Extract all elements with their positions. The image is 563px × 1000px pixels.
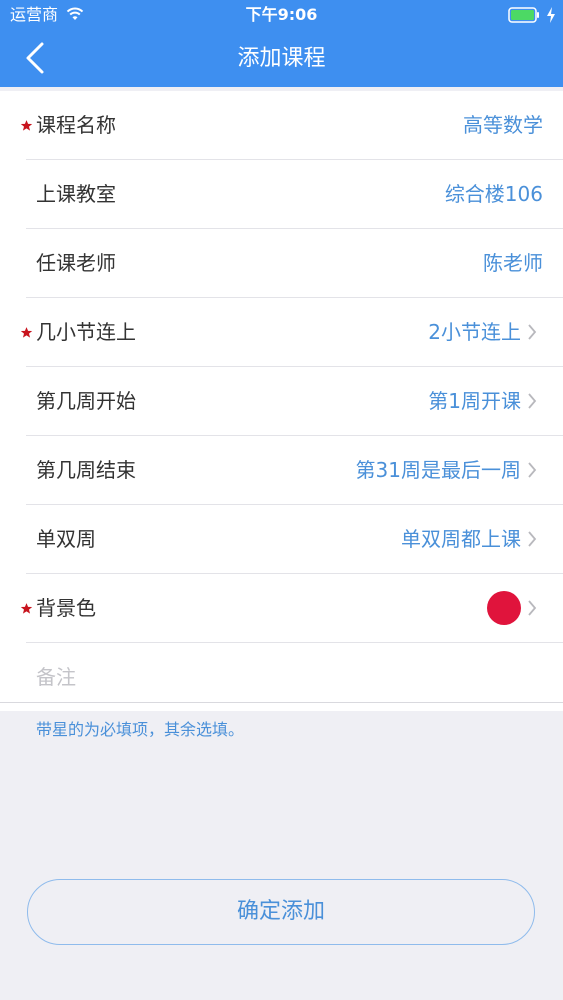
row-label: 任课老师 — [36, 251, 116, 275]
nav-bar: 添加课程 — [0, 30, 563, 87]
chevron-right-icon — [528, 600, 537, 616]
row-teacher[interactable]: 任课老师 陈老师 — [26, 229, 563, 298]
status-time: 下午9:06 — [245, 5, 318, 24]
row-label: 上课教室 — [36, 182, 116, 206]
background-color-swatch — [487, 591, 521, 625]
row-label: 第几周开始 — [36, 389, 136, 413]
row-note[interactable]: 备注 — [26, 643, 563, 711]
row-value: 陈老师 — [483, 251, 543, 275]
row-course-name[interactable]: 课程名称 高等数学 — [20, 91, 563, 160]
row-label: 单双周 — [36, 527, 96, 551]
row-value: 2小节连上 — [428, 320, 521, 344]
row-background-color[interactable]: 背景色 — [20, 574, 563, 643]
divider — [0, 702, 563, 703]
row-label: 第几周结束 — [36, 458, 136, 482]
row-value: 第31周是最后一周 — [355, 458, 521, 482]
note-input[interactable]: 备注 — [36, 643, 76, 711]
row-label: 背景色 — [36, 596, 96, 620]
required-star-icon — [20, 120, 33, 131]
chevron-right-icon — [528, 531, 537, 547]
course-form: 课程名称 高等数学 上课教室 综合楼106 任课老师 陈老师 几小节连上 2小节… — [0, 91, 563, 711]
row-start-week[interactable]: 第几周开始 第1周开课 — [26, 367, 563, 436]
battery-icon — [508, 7, 539, 23]
back-button[interactable] — [18, 38, 58, 78]
row-label: 课程名称 — [36, 113, 116, 137]
charging-icon — [547, 7, 555, 23]
row-value: 单双周都上课 — [401, 527, 521, 551]
row-value: 综合楼106 — [444, 182, 543, 206]
row-label: 几小节连上 — [36, 320, 136, 344]
required-star-icon — [20, 327, 33, 338]
chevron-right-icon — [528, 462, 537, 478]
required-hint: 带星的为必填项，其余选填。 — [36, 720, 245, 739]
row-value: 高等数学 — [463, 113, 543, 137]
row-consecutive-periods[interactable]: 几小节连上 2小节连上 — [20, 298, 563, 367]
row-classroom[interactable]: 上课教室 综合楼106 — [26, 160, 563, 229]
confirm-add-button[interactable]: 确定添加 — [27, 879, 535, 945]
required-star-icon — [20, 603, 33, 614]
row-value: 第1周开课 — [428, 389, 521, 413]
row-end-week[interactable]: 第几周结束 第31周是最后一周 — [26, 436, 563, 505]
page-title: 添加课程 — [237, 46, 326, 71]
header: 运营商 下午9:06 添加课程 — [0, 0, 563, 87]
chevron-right-icon — [528, 393, 537, 409]
status-bar: 运营商 下午9:06 — [0, 0, 563, 30]
chevron-right-icon — [528, 324, 537, 340]
row-odd-even-week[interactable]: 单双周 单双周都上课 — [26, 505, 563, 574]
